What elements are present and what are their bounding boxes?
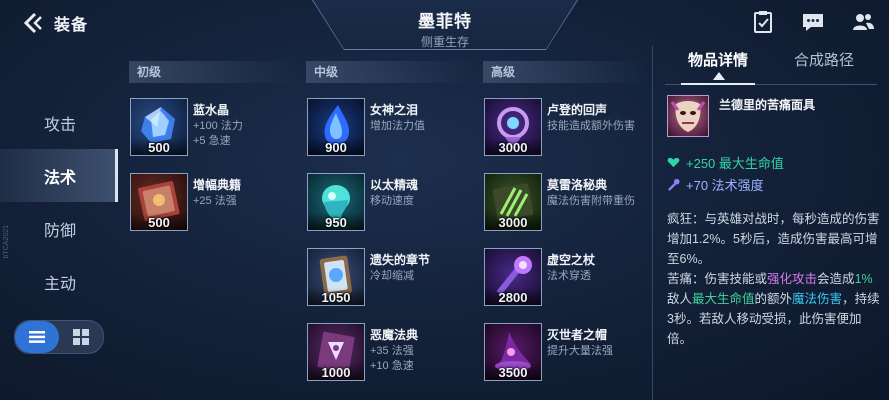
item-name: 灭世者之帽 [547, 328, 608, 342]
item-name: 卢登的回声 [547, 103, 608, 117]
item-card[interactable]: 3000 卢登的回声 技能造成额外伤害 [484, 98, 654, 160]
item-name: 遗失的章节 [370, 253, 431, 267]
item-card[interactable]: 1050 遗失的章节 冷却缩减 [307, 248, 477, 310]
heart-icon [667, 157, 680, 168]
luden-echo-icon: 3000 [484, 98, 542, 156]
item-price: 1000 [308, 363, 364, 380]
tier-basic-header: 初级 [129, 61, 297, 83]
back-chevron-icon [23, 12, 42, 34]
view-toggle [14, 320, 104, 354]
item-card[interactable]: 3500 灭世者之帽 提升大量法强 [484, 323, 654, 385]
item-name: 蓝水晶 [193, 103, 230, 117]
item-card[interactable]: 900 女神之泪 增加法力值 [307, 98, 477, 160]
top-icons [751, 10, 875, 34]
stat-text: +70 法术强度 [686, 178, 764, 193]
item-card[interactable]: 950 以太精魂 移动速度 [307, 173, 477, 235]
item-card[interactable]: 1000 恶魔法典 +35 法强 +10 急速 [307, 323, 477, 385]
tab-build-path[interactable]: 合成路径 [771, 48, 877, 84]
category-label: 防御 [44, 222, 77, 240]
item-price: 950 [308, 213, 364, 230]
list-view-button[interactable] [15, 321, 59, 353]
item-detail-panel: 物品详情 合成路径 兰德里的苦痛面具 +250 最大生命值 +70 法术强度 疯… [652, 46, 889, 400]
item-price: 500 [131, 213, 187, 230]
list-view-icon [29, 331, 45, 343]
void-staff-icon: 2800 [484, 248, 542, 306]
item-desc: 冷却缩减 [370, 270, 414, 282]
item-price: 3500 [485, 363, 541, 380]
category-nav: 攻击 法术 防御 主动 [0, 96, 118, 308]
item-card[interactable]: 500 蓝水晶 +100 法力 +5 急速 [130, 98, 300, 160]
category-label: 法术 [44, 169, 77, 187]
aether-wisp-icon: 950 [307, 173, 365, 231]
item-desc: 提升大量法强 [547, 345, 613, 357]
stat-health: +250 最大生命值 [667, 153, 784, 172]
magic-wand-icon [668, 178, 680, 191]
deathcap-icon: 3500 [484, 323, 542, 381]
item-desc: +25 法强 [193, 195, 237, 207]
item-price: 2800 [485, 288, 541, 305]
item-name: 增幅典籍 [193, 178, 242, 192]
item-price: 500 [131, 138, 187, 155]
blue-crystal-icon: 500 [130, 98, 188, 156]
item-detail-name: 兰德里的苦痛面具 [719, 98, 816, 112]
amplifying-tome-icon: 500 [130, 173, 188, 231]
back-button[interactable]: 装备 [22, 9, 92, 37]
item-desc: 法术穿透 [547, 270, 591, 282]
stat-magic-power: +70 法术强度 [667, 175, 764, 194]
tear-of-goddess-icon: 900 [307, 98, 365, 156]
item-name: 莫雷洛秘典 [547, 178, 608, 192]
fiendish-codex-icon: 1000 [307, 323, 365, 381]
friends-icon[interactable] [851, 10, 875, 34]
item-desc: 技能造成额外伤害 [547, 120, 635, 132]
active-tab-caret [713, 72, 725, 80]
item-name: 虚空之杖 [547, 253, 596, 267]
item-price: 3000 [485, 138, 541, 155]
item-name: 恶魔法典 [370, 328, 419, 342]
chat-icon[interactable] [801, 10, 825, 34]
lost-chapter-icon: 1050 [307, 248, 365, 306]
category-magic[interactable]: 法术 [0, 149, 118, 202]
grid-view-button[interactable] [59, 321, 103, 353]
back-label: 装备 [54, 17, 89, 34]
category-active[interactable]: 主动 [0, 255, 118, 308]
passive-torment: 苦痛：伤害技能或强化攻击会造成1%敌人最大生命值的额外魔法伤害，持续3秒。若敌人… [667, 272, 880, 346]
liandry-mask-icon [667, 95, 709, 137]
stat-text: +250 最大生命值 [686, 156, 784, 171]
top-bar: 装备 墨菲特 侧重生存 [0, 0, 889, 50]
item-name: 女神之泪 [370, 103, 419, 117]
item-price: 1050 [308, 288, 364, 305]
category-attack[interactable]: 攻击 [0, 96, 118, 149]
grid-view-icon [73, 329, 89, 345]
item-desc: +100 法力 +5 急速 [193, 120, 243, 147]
tier-advanced-header: 高级 [483, 61, 651, 83]
hero-subtitle: 侧重生存 [420, 35, 469, 49]
category-defense[interactable]: 防御 [0, 202, 118, 255]
item-desc: +35 法强 +10 急速 [370, 345, 414, 372]
item-card[interactable]: 3000 莫雷洛秘典 魔法伤害附带重伤 [484, 173, 654, 235]
checklist-icon[interactable] [751, 10, 775, 34]
item-desc: 移动速度 [370, 195, 414, 207]
tier-mid-header: 中级 [306, 61, 474, 83]
item-price: 3000 [485, 213, 541, 230]
item-desc: 增加法力值 [370, 120, 425, 132]
item-name: 以太精魂 [370, 178, 419, 192]
item-card[interactable]: 500 增幅典籍 +25 法强 [130, 173, 300, 235]
category-label: 攻击 [44, 116, 77, 134]
item-card[interactable]: 2800 虚空之杖 法术穿透 [484, 248, 654, 310]
item-desc: 魔法伤害附带重伤 [547, 195, 635, 207]
detail-tabs: 物品详情 合成路径 [665, 48, 877, 85]
side-watermark: bTCA2021 [3, 225, 10, 259]
category-label: 主动 [44, 275, 77, 293]
passive-madness: 疯狂：与英雄对战时，每秒造成的伤害增加1.2%。5秒后，造成伤害最高可增至6%。 [667, 212, 880, 266]
morellonomicon-icon: 3000 [484, 173, 542, 231]
hero-name[interactable]: 墨菲特 [312, 7, 578, 32]
item-price: 900 [308, 138, 364, 155]
